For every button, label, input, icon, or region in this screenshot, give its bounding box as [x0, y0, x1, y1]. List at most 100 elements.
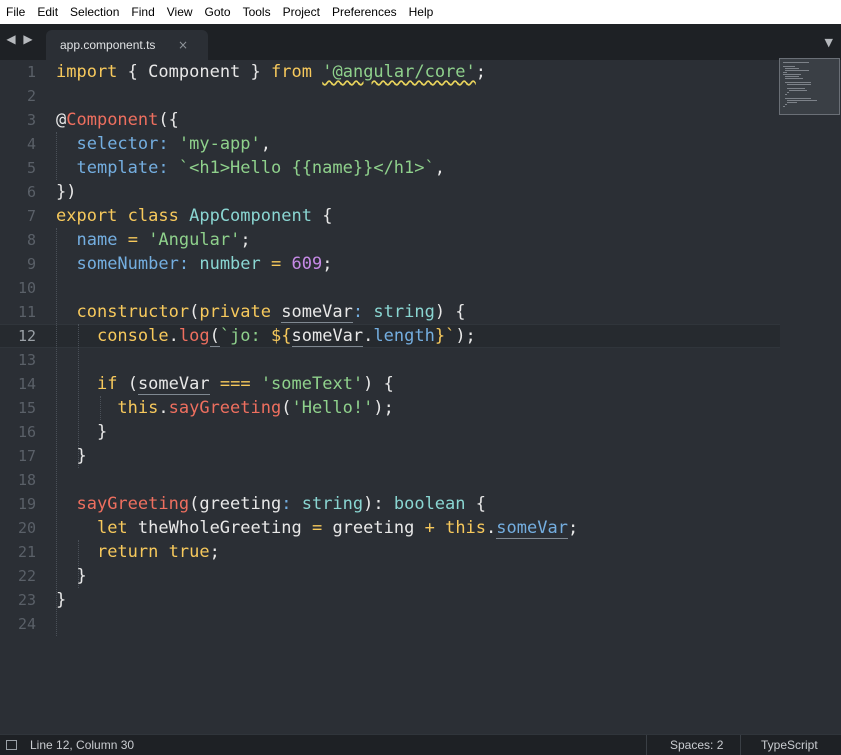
- panel-icon[interactable]: [6, 740, 17, 750]
- token-identifier: console: [96, 326, 169, 346]
- minimap-line: [787, 102, 797, 103]
- token-operator: =: [311, 518, 323, 538]
- code-line: someNumber: number = 609;: [56, 252, 332, 276]
- token-string: '@angular/core': [322, 62, 476, 82]
- tab-app-component[interactable]: app.component.ts ×: [46, 30, 208, 60]
- menu-project[interactable]: Project: [277, 0, 326, 24]
- minimap-line: [783, 74, 801, 75]
- token-type: string: [373, 302, 435, 322]
- token-punct: ) {: [434, 302, 466, 322]
- token-string: 'someText': [260, 374, 364, 394]
- token-number: 609: [291, 254, 323, 274]
- token-identifier: greeting: [199, 494, 282, 514]
- minimap-line: [787, 84, 811, 85]
- token-punct: :: [178, 254, 190, 274]
- line-number: 22: [17, 567, 36, 585]
- tab-bar: ◀ ▶ app.component.ts × ▼: [0, 24, 841, 60]
- token-identifier: someVar: [281, 302, 353, 323]
- menu-help[interactable]: Help: [403, 0, 440, 24]
- token-punct: :: [158, 134, 169, 154]
- token-punct: ;: [322, 254, 333, 274]
- token-class-name: AppComponent: [189, 206, 312, 226]
- token-identifier: greeting: [332, 518, 415, 538]
- line-number: 1: [26, 63, 36, 81]
- code-line: sayGreeting(greeting: string): boolean {: [56, 492, 486, 516]
- token-punct: :: [352, 302, 364, 322]
- token-punct: );: [455, 326, 476, 346]
- token-property: someNumber: [76, 254, 179, 274]
- code-line: import { Component } from '@angular/core…: [56, 60, 486, 84]
- line-number: 14: [17, 375, 36, 393]
- token-punct: @: [56, 110, 67, 130]
- token-function: sayGreeting: [76, 494, 190, 514]
- code-line: this.sayGreeting('Hello!');: [56, 396, 393, 420]
- close-icon[interactable]: ×: [178, 38, 188, 52]
- token-keyword: from: [271, 62, 312, 82]
- code-line-active: console.log(`jo: ${someVar.length}`);: [56, 324, 476, 348]
- menu-goto[interactable]: Goto: [199, 0, 237, 24]
- minimap-line: [789, 90, 807, 91]
- token-string: 'Angular': [148, 230, 241, 250]
- token-identifier: someVar: [291, 326, 364, 347]
- minimap[interactable]: [779, 58, 840, 115]
- line-number: 6: [26, 183, 36, 201]
- code-editor[interactable]: 1 2 3 4 5 6 7 8 9 10 11 12 13 14 15 16 1…: [0, 60, 841, 734]
- token-punct: {: [475, 494, 487, 514]
- token-punct: (: [281, 398, 292, 418]
- code-line: }: [56, 444, 86, 468]
- line-number: 2: [26, 87, 36, 105]
- line-number: 5: [26, 159, 36, 177]
- menu-file[interactable]: File: [0, 0, 31, 24]
- cursor-position: Line 12, Column 30: [30, 738, 135, 752]
- token-property: someVar: [496, 518, 568, 539]
- token-punct: (: [127, 374, 138, 394]
- minimap-line: [783, 66, 795, 67]
- menu-selection[interactable]: Selection: [64, 0, 125, 24]
- minimap-line: [783, 106, 785, 107]
- menu-preferences[interactable]: Preferences: [326, 0, 403, 24]
- token-type: string: [301, 494, 364, 514]
- minimap-line: [785, 68, 799, 69]
- token-identifier: theWholeGreeting: [137, 518, 302, 538]
- token-punct: :: [281, 494, 292, 514]
- back-arrow-icon[interactable]: ◀: [4, 32, 18, 46]
- line-number: 9: [26, 255, 36, 273]
- forward-arrow-icon[interactable]: ▶: [21, 32, 35, 46]
- token-punct: {: [322, 206, 333, 226]
- menu-tools[interactable]: Tools: [237, 0, 277, 24]
- token-punct: }: [96, 422, 108, 442]
- token-punct: .: [158, 398, 169, 418]
- token-punct: ;: [475, 62, 487, 82]
- token-operator: =: [127, 230, 138, 250]
- indentation-setting[interactable]: Spaces: 2: [670, 738, 723, 752]
- token-punct: ;: [240, 230, 251, 250]
- line-number: 16: [17, 423, 36, 441]
- token-punct: (: [189, 494, 200, 514]
- token-type: boolean: [393, 494, 466, 514]
- chevron-down-icon[interactable]: ▼: [825, 36, 833, 49]
- minimap-line: [785, 104, 787, 105]
- token-keyword: export: [56, 206, 118, 226]
- minimap-line: [787, 92, 789, 93]
- token-keyword: let: [96, 518, 128, 538]
- line-number: 15: [17, 399, 36, 417]
- menu-find[interactable]: Find: [125, 0, 160, 24]
- token-identifier: Component: [148, 62, 241, 82]
- minimap-line: [787, 100, 817, 101]
- token-punct: ;: [209, 542, 220, 562]
- menu-view[interactable]: View: [161, 0, 199, 24]
- token-keyword: constructor: [76, 302, 190, 322]
- syntax-selector[interactable]: TypeScript: [761, 738, 818, 752]
- token-keyword: this: [117, 398, 159, 418]
- line-number: 19: [17, 495, 36, 513]
- menu-edit[interactable]: Edit: [31, 0, 64, 24]
- line-number: 8: [26, 231, 36, 249]
- token-decorator: Component: [66, 110, 159, 130]
- token-punct: ;: [567, 518, 579, 538]
- token-punct: }: [250, 62, 261, 82]
- token-operator: +: [424, 518, 435, 538]
- tab-nav-arrows: ◀ ▶: [4, 32, 35, 46]
- code-line: let theWholeGreeting = greeting + this.s…: [56, 516, 578, 540]
- token-interpolation: }`: [434, 326, 456, 346]
- line-number: 24: [17, 615, 36, 633]
